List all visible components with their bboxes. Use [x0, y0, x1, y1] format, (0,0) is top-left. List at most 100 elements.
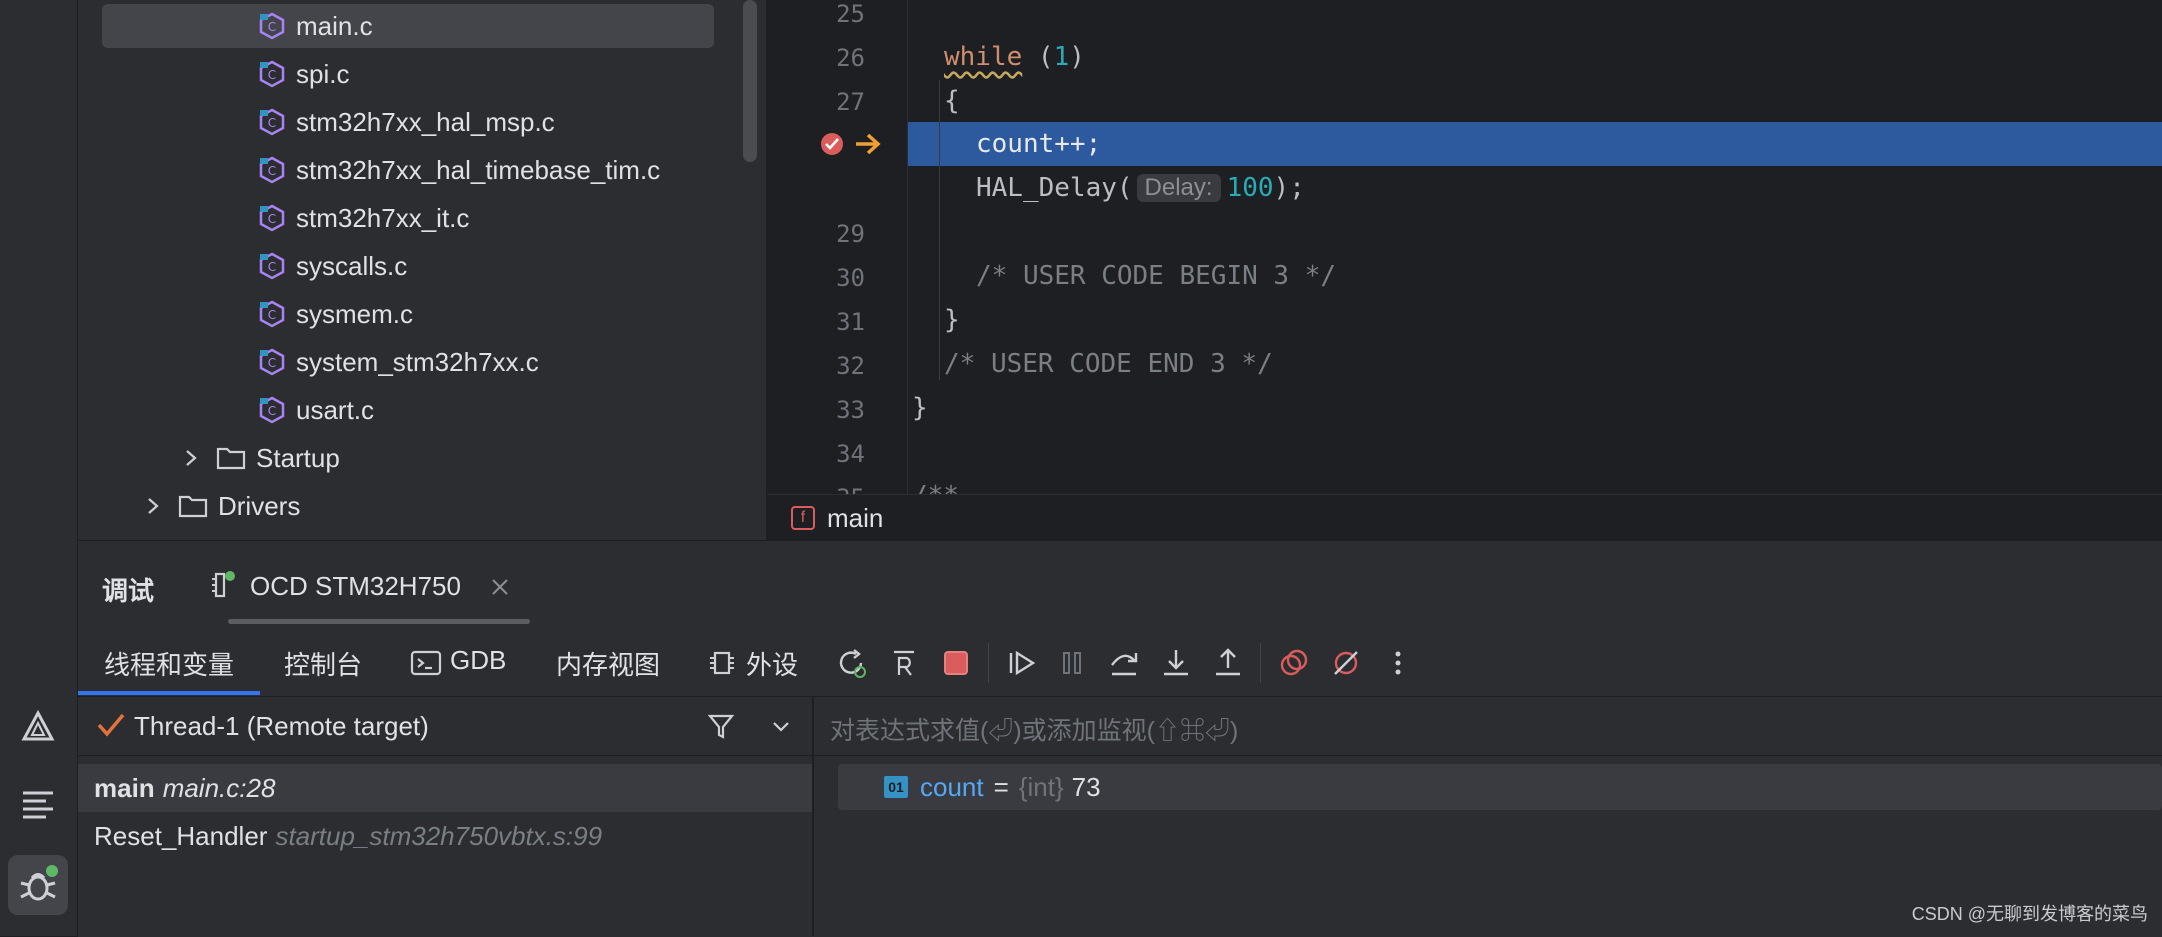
- tab-memory-view[interactable]: 内存视图: [556, 645, 660, 682]
- folder-name: Startup: [256, 442, 340, 473]
- close-icon[interactable]: [490, 577, 510, 597]
- toolbar-separator: [988, 643, 989, 683]
- editor-breadcrumb[interactable]: f main: [767, 494, 2162, 541]
- thread-name: Thread-1 (Remote target): [134, 711, 429, 741]
- line-number: 31: [836, 308, 865, 336]
- code-line-28: count++;: [976, 129, 1102, 159]
- debug-title: 调试: [102, 576, 155, 606]
- svg-text:C: C: [268, 404, 276, 418]
- pause-icon[interactable]: [1056, 647, 1088, 679]
- c-file-icon: C: [259, 156, 285, 184]
- file-name: stm32h7xx_hal_msp.c: [296, 106, 555, 137]
- tree-file-syscalls-c[interactable]: C syscalls.c: [258, 244, 407, 288]
- primitive-var-icon: 01: [884, 776, 908, 798]
- structure-icon[interactable]: [8, 775, 68, 835]
- view-breakpoints-icon[interactable]: [1278, 647, 1310, 679]
- c-file-icon: C: [259, 300, 285, 328]
- tree-file-usart-c[interactable]: C usart.c: [258, 388, 374, 432]
- tab-gdb[interactable]: GDB: [450, 645, 506, 676]
- c-file-icon: C: [259, 396, 285, 424]
- svg-text:C: C: [268, 68, 276, 82]
- breadcrumb-function[interactable]: main: [827, 503, 883, 534]
- tree-folder-startup[interactable]: Startup: [180, 436, 340, 480]
- frame-location: startup_stm32h750vbtx.s:99: [275, 820, 603, 851]
- tab-peripherals[interactable]: 外设: [746, 645, 798, 682]
- chevron-right-icon[interactable]: [180, 447, 202, 469]
- tree-file-hal-msp-c[interactable]: C stm32h7xx_hal_msp.c: [258, 100, 555, 144]
- checkmark-icon: [97, 713, 125, 737]
- tree-file-sysmem-c[interactable]: C sysmem.c: [258, 292, 413, 336]
- rerun-debug-icon[interactable]: [836, 647, 868, 679]
- variable-name: count: [920, 771, 984, 802]
- session-tab-underline: [228, 619, 530, 624]
- file-name: stm32h7xx_it.c: [296, 202, 470, 233]
- watermark: CSDN @无聊到发博客的菜鸟: [1911, 904, 2148, 924]
- resume-icon[interactable]: [1006, 647, 1038, 679]
- tree-file-hal-timebase-c[interactable]: C stm32h7xx_hal_timebase_tim.c: [258, 148, 660, 192]
- indent-guide: [939, 80, 940, 380]
- tree-folder-drivers[interactable]: Drivers: [142, 484, 300, 528]
- c-file-icon: C: [259, 204, 285, 232]
- tab-console[interactable]: 控制台: [284, 645, 362, 682]
- step-into-icon[interactable]: [1160, 647, 1192, 679]
- build-icon[interactable]: [8, 697, 68, 757]
- line-number: 25: [836, 0, 865, 28]
- tree-file-it-c[interactable]: C stm32h7xx_it.c: [258, 196, 469, 240]
- folder-name: Drivers: [218, 490, 301, 521]
- step-out-icon[interactable]: [1212, 647, 1244, 679]
- frame-row[interactable]: main main.c:28: [78, 764, 812, 812]
- terminal-icon: [410, 650, 442, 676]
- frame-location: main.c:28: [162, 772, 276, 803]
- chip-icon: [710, 651, 734, 675]
- line-number: 32: [836, 352, 865, 380]
- frame-row[interactable]: Reset_Handler startup_stm32h750vbtx.s:99: [78, 812, 812, 860]
- more-options-icon[interactable]: [1382, 647, 1414, 679]
- step-over-icon[interactable]: [1108, 647, 1140, 679]
- tree-scrollbar[interactable]: [743, 0, 757, 162]
- variable-equals: =: [993, 771, 1009, 802]
- frame-function: main: [94, 772, 155, 803]
- project-tree: C main.c C spi.c C stm32h7xx_hal_msp.c C…: [78, 0, 766, 540]
- file-name: syscalls.c: [296, 250, 408, 281]
- c-file-icon: C: [259, 60, 285, 88]
- mute-breakpoints-icon[interactable]: [1330, 647, 1362, 679]
- filter-icon[interactable]: [706, 711, 736, 741]
- tool-strip: [0, 0, 78, 936]
- reset-icon[interactable]: [888, 647, 920, 679]
- code-line-33: /* USER CODE END 3 */: [944, 349, 1273, 379]
- file-name: sysmem.c: [296, 298, 413, 329]
- line-number: 30: [836, 264, 865, 292]
- tab-debug-session[interactable]: OCD STM32H750: [250, 571, 461, 602]
- svg-text:C: C: [268, 308, 276, 322]
- code-editor[interactable]: 25 26 27 29 30 31 32 33 34 35 while (1) …: [767, 0, 2162, 494]
- breakpoint-icon[interactable]: [819, 131, 845, 157]
- svg-text:C: C: [268, 164, 276, 178]
- code-line-27: {: [944, 86, 960, 116]
- tab-threads-variables[interactable]: 线程和变量: [104, 645, 234, 682]
- file-name: system_stm32h7xx.c: [296, 346, 539, 377]
- c-file-icon: C: [259, 252, 285, 280]
- variable-type: {int}: [1018, 771, 1064, 802]
- line-number: 34: [836, 440, 865, 468]
- function-icon: f: [791, 506, 815, 530]
- code-line-32: }: [944, 305, 960, 335]
- code-line-29: HAL_Delay(Delay: 100);: [976, 173, 1305, 203]
- c-file-icon: C: [259, 108, 285, 136]
- chevron-right-icon[interactable]: [142, 495, 164, 517]
- evaluate-expression-input[interactable]: 对表达式求值(⏎)或添加监视(⇧⌘⏎): [814, 696, 2162, 756]
- variable-value: 73: [1071, 771, 1101, 802]
- stop-icon[interactable]: [940, 647, 972, 679]
- folder-icon: [178, 495, 208, 518]
- file-name: spi.c: [296, 58, 350, 89]
- tree-file-system-c[interactable]: C system_stm32h7xx.c: [258, 340, 539, 384]
- tree-file-spi-c[interactable]: C spi.c: [258, 52, 349, 96]
- code-line-31: /* USER CODE BEGIN 3 */: [976, 261, 1337, 291]
- variable-row[interactable]: 01 count = {int} 73: [838, 764, 2162, 810]
- debug-tool-icon[interactable]: [8, 855, 68, 915]
- thread-selector[interactable]: Thread-1 (Remote target): [78, 696, 812, 756]
- chevron-down-icon[interactable]: [770, 715, 792, 737]
- code-line-34: }: [912, 393, 928, 423]
- svg-text:C: C: [268, 20, 276, 34]
- tree-file-main-c[interactable]: C main.c: [102, 4, 714, 48]
- svg-text:C: C: [268, 260, 276, 274]
